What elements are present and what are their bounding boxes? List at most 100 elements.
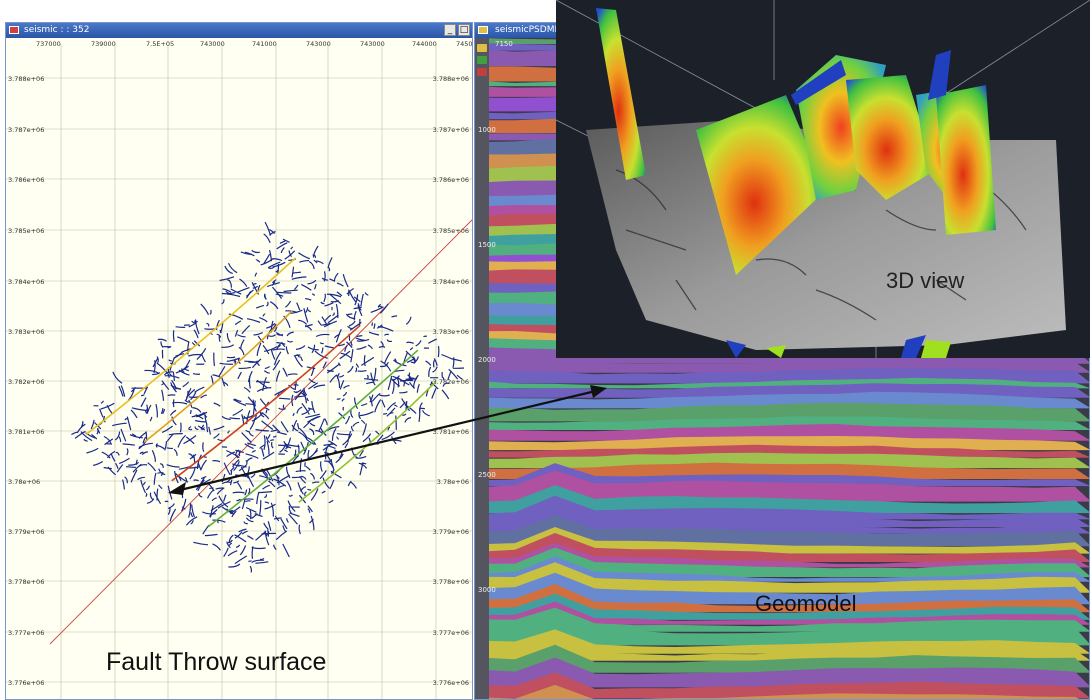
fault-trace xyxy=(255,428,269,432)
fault-trace xyxy=(241,498,246,510)
fault-trace xyxy=(342,273,349,288)
fault-trace xyxy=(252,283,257,286)
fault-trace xyxy=(308,260,315,270)
y-tick-label: 3.782e+06 xyxy=(433,378,469,386)
fault-trace xyxy=(284,449,288,453)
fault-trace xyxy=(412,374,419,389)
tool-icon[interactable] xyxy=(477,56,487,64)
y-tick-label: 3.787e+06 xyxy=(8,126,44,134)
fault-trace xyxy=(263,435,266,451)
fault-trace xyxy=(182,381,190,388)
fault-trace xyxy=(164,441,168,451)
fault-trace xyxy=(153,472,157,485)
fault-trace xyxy=(228,563,241,568)
fault-trace xyxy=(273,517,282,520)
fault-trace xyxy=(255,259,261,263)
fault-trace xyxy=(149,492,154,500)
fault-trace xyxy=(213,402,221,407)
fault-trace xyxy=(251,249,260,254)
fault-trace xyxy=(299,259,310,263)
tool-icon[interactable] xyxy=(477,68,487,76)
fault-trace xyxy=(273,478,287,487)
fault-trace xyxy=(259,500,262,515)
fault-trace xyxy=(118,436,122,443)
fault-trace xyxy=(276,484,285,490)
fault-trace xyxy=(324,418,328,426)
fault-trace xyxy=(86,447,99,454)
fault-trace xyxy=(262,313,266,317)
fault-trace xyxy=(263,522,269,530)
section-line xyxy=(49,219,472,645)
window-app-icon xyxy=(478,26,488,34)
fault-trace xyxy=(254,272,258,277)
fault-trace xyxy=(251,546,266,550)
fault-trace xyxy=(342,391,347,397)
x-tick-label: 741000 xyxy=(252,40,277,48)
fault-trace xyxy=(251,546,254,559)
fault-trace xyxy=(259,557,265,561)
y-tick-label: 3.781e+06 xyxy=(433,428,469,436)
fault-trace xyxy=(330,458,335,469)
fault-trace xyxy=(309,428,314,433)
fault-trace xyxy=(200,459,207,470)
fault-trace xyxy=(209,309,212,315)
fault-trace xyxy=(246,514,253,519)
tool-icon[interactable] xyxy=(477,44,487,52)
fault-network xyxy=(71,221,465,573)
y-tick-label: 3.778e+06 xyxy=(8,578,44,586)
fault-trace xyxy=(244,489,248,496)
fault-trace xyxy=(351,447,356,457)
3d-view-inset[interactable]: 3D view xyxy=(556,0,1090,358)
fault-trace xyxy=(101,451,111,459)
fault-trace xyxy=(256,387,272,393)
fault-trace xyxy=(262,484,270,490)
fault-trace xyxy=(126,466,136,469)
fault-trace xyxy=(255,304,265,309)
maximize-button[interactable]: □ xyxy=(458,24,470,36)
fault-trace xyxy=(226,333,231,343)
fault-trace xyxy=(405,316,412,325)
fault-trace xyxy=(243,386,251,393)
fault-trace xyxy=(100,402,115,410)
minimize-button[interactable]: _ xyxy=(444,24,456,36)
fault-trace xyxy=(212,543,221,551)
fault-trace xyxy=(287,373,298,376)
fault-trace xyxy=(223,494,227,502)
y-tick-label: 3.786e+06 xyxy=(8,176,44,184)
fault-trace xyxy=(213,425,225,431)
fault-trace xyxy=(169,508,177,522)
y-tick-label: 3.78e+06 xyxy=(437,478,469,486)
fault-trace xyxy=(198,492,203,498)
fault-trace xyxy=(323,293,326,303)
fault-trace xyxy=(223,547,229,558)
fault-trace xyxy=(191,320,195,324)
fault-trace xyxy=(202,442,205,452)
fault-trace xyxy=(264,407,270,411)
fault-trace xyxy=(315,333,330,338)
fault-trace xyxy=(179,422,182,433)
fault-trace xyxy=(264,221,271,236)
fault-trace xyxy=(142,481,146,486)
fault-trace xyxy=(336,398,341,400)
3d-view-caption: 3D view xyxy=(886,268,965,293)
fault-trace xyxy=(273,435,277,438)
fault-trace xyxy=(367,344,373,350)
fault-trace xyxy=(343,385,350,389)
fault-trace xyxy=(270,502,274,517)
fault-trace xyxy=(339,374,345,378)
fault-trace xyxy=(267,434,271,439)
fault-trace xyxy=(330,299,340,303)
fault-trace xyxy=(255,561,269,564)
fault-trace xyxy=(103,466,112,470)
x-tick-label: 743000 xyxy=(200,40,225,48)
fault-trace xyxy=(232,408,244,416)
fault-trace xyxy=(280,421,289,433)
fault-trace xyxy=(305,465,311,471)
fault-trace xyxy=(379,394,390,397)
fault-trace xyxy=(234,320,242,326)
y-tick-label: 3.783e+06 xyxy=(8,328,44,336)
fault-trace xyxy=(350,341,353,346)
fault-trace xyxy=(305,307,309,313)
fault-trace xyxy=(235,544,241,548)
fault-map-titlebar[interactable]: seismic : : 352 _ □ xyxy=(6,23,472,38)
